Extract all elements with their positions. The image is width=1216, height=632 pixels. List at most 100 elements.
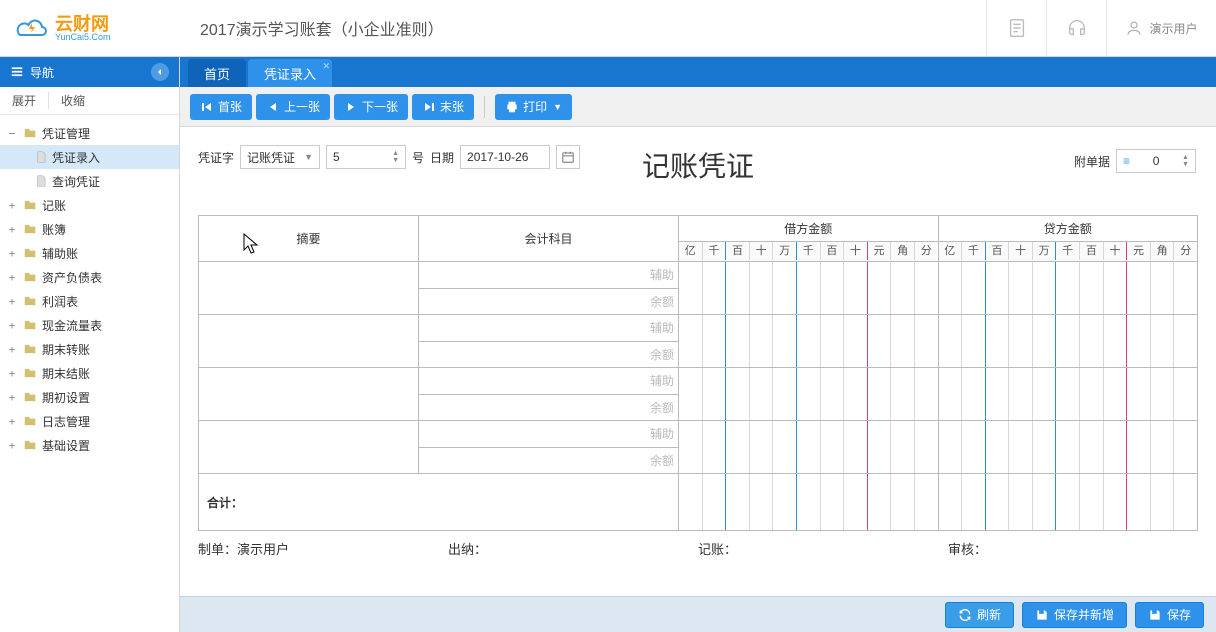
expander-icon: +: [6, 367, 18, 380]
col-debit: 借方金额: [679, 216, 939, 242]
tree-item[interactable]: + 账簿: [0, 217, 179, 241]
debit-cell[interactable]: [679, 368, 939, 421]
prev-button[interactable]: 上一张: [256, 94, 330, 120]
voucher-table: 摘要会计科目借方金额贷方金额亿千百十万千百十元角分亿千百十万千百十元角分辅助余额…: [198, 215, 1198, 531]
tree-label: 期末转账: [42, 341, 90, 358]
logo[interactable]: 云财网 YunCai5.Com: [0, 15, 180, 42]
chevron-down-icon: ▼: [304, 152, 313, 162]
refresh-icon: [958, 608, 972, 622]
tabstrip: 首页凭证录入 ✕: [180, 57, 1216, 87]
credit-cell[interactable]: [938, 262, 1198, 315]
collapse-sidebar-button[interactable]: [151, 63, 169, 81]
tab[interactable]: 首页: [188, 59, 246, 87]
first-button[interactable]: 首张: [190, 94, 252, 120]
next-button[interactable]: 下一张: [334, 94, 408, 120]
expander-icon: +: [6, 223, 18, 236]
voucher-footer: 制单：演示用户 出纳： 记账： 审核：: [198, 539, 1198, 558]
expander-icon: +: [6, 415, 18, 428]
maker-value: 演示用户: [237, 542, 289, 557]
summary-cell[interactable]: [199, 421, 419, 474]
tree-label: 查询凭证: [52, 173, 100, 190]
subject-balance-cell: 余额: [419, 394, 679, 421]
tree-item[interactable]: + 利润表: [0, 289, 179, 313]
tab[interactable]: 凭证录入 ✕: [248, 59, 332, 87]
tree-label: 期初设置: [42, 389, 90, 406]
tree-item[interactable]: + 期初设置: [0, 385, 179, 409]
sidebar-expand-bar: 展开 收缩: [0, 87, 179, 115]
credit-cell[interactable]: [938, 368, 1198, 421]
expander-icon: +: [6, 295, 18, 308]
debit-cell[interactable]: [679, 315, 939, 368]
tree-label: 日志管理: [42, 413, 90, 430]
sidebar-title: 导航: [30, 64, 54, 81]
expander-icon: +: [6, 391, 18, 404]
last-icon: [422, 100, 436, 114]
header-doc-button[interactable]: [986, 0, 1046, 56]
subject-cell[interactable]: 辅助: [419, 421, 679, 448]
credit-cell[interactable]: [938, 315, 1198, 368]
credit-cell[interactable]: [938, 421, 1198, 474]
refresh-button[interactable]: 刷新: [945, 602, 1014, 628]
summary-cell[interactable]: [199, 315, 419, 368]
debit-cell[interactable]: [679, 421, 939, 474]
tree-label: 期末结账: [42, 365, 90, 382]
print-button[interactable]: 打印▼: [495, 94, 572, 120]
calendar-icon[interactable]: [556, 145, 580, 169]
toolbar: 首张 上一张 下一张 末张 打印▼: [180, 87, 1216, 127]
col-credit: 贷方金额: [938, 216, 1198, 242]
subject-cell[interactable]: 辅助: [419, 315, 679, 342]
expander-icon: +: [6, 199, 18, 212]
tree-item[interactable]: + 记账: [0, 193, 179, 217]
expand-all-button[interactable]: 展开: [0, 92, 48, 109]
voucher-header-row: 凭证字 记账凭证▼ 5 ▲▼ 号 日期 2017-10-26: [198, 145, 1198, 169]
save-new-button[interactable]: 保存并新增: [1022, 602, 1127, 628]
header-user-button[interactable]: 演示用户: [1106, 0, 1216, 56]
expander-icon: +: [6, 319, 18, 332]
logo-en: YunCai5.Com: [55, 33, 111, 42]
subject-cell[interactable]: 辅助: [419, 262, 679, 289]
tab-label: 凭证录入: [264, 64, 316, 83]
tree-item[interactable]: +辅助账: [0, 241, 179, 265]
tree-item[interactable]: + 期末结账: [0, 361, 179, 385]
save-icon: [1035, 608, 1049, 622]
tree-item[interactable]: + 现金流量表: [0, 313, 179, 337]
tree-item[interactable]: −凭证管理: [0, 121, 179, 145]
stepper-icon: ▲▼: [1182, 154, 1189, 168]
collapse-all-button[interactable]: 收缩: [48, 92, 97, 109]
voucher-word-select[interactable]: 记账凭证▼: [240, 145, 320, 169]
tree-item[interactable]: 查询凭证: [0, 169, 179, 193]
first-icon: [200, 100, 214, 114]
tree-label: 记账: [42, 197, 66, 214]
save-button[interactable]: 保存: [1135, 602, 1204, 628]
voucher-date-input[interactable]: 2017-10-26: [460, 145, 550, 169]
tree-item[interactable]: +基础设置: [0, 433, 179, 457]
caret-down-icon: ▼: [553, 102, 562, 112]
tree-item[interactable]: 凭证录入: [0, 145, 179, 169]
company-name: 2017演示学习账套（小企业准则）: [180, 16, 986, 40]
voucher-number-input[interactable]: 5 ▲▼: [326, 145, 406, 169]
tree-label: 利润表: [42, 293, 78, 310]
header-support-button[interactable]: [1046, 0, 1106, 56]
summary-cell[interactable]: [199, 262, 419, 315]
cloud-icon: [15, 15, 49, 41]
last-button[interactable]: 末张: [412, 94, 474, 120]
tree-label: 账簿: [42, 221, 66, 238]
subject-cell[interactable]: 辅助: [419, 368, 679, 395]
hash-icon: ≡: [1123, 154, 1130, 168]
attach-count-input[interactable]: ≡ 0 ▲▼: [1116, 149, 1196, 173]
tree-item[interactable]: +期末转账: [0, 337, 179, 361]
tree-item[interactable]: + 日志管理: [0, 409, 179, 433]
date-label: 日期: [430, 149, 454, 166]
tree-item[interactable]: +资产负债表: [0, 265, 179, 289]
tree-label: 基础设置: [42, 437, 90, 454]
close-icon[interactable]: ✕: [322, 61, 330, 72]
summary-cell[interactable]: [199, 368, 419, 421]
debit-cell[interactable]: [679, 262, 939, 315]
toolbar-separator: [484, 96, 485, 118]
action-bar: 刷新 保存并新增 保存: [180, 596, 1216, 632]
expander-icon: +: [6, 271, 18, 284]
maker-label: 制单：: [198, 542, 237, 557]
expander-icon: +: [6, 247, 18, 260]
tree-label: 现金流量表: [42, 317, 102, 334]
col-summary: 摘要: [199, 216, 419, 262]
